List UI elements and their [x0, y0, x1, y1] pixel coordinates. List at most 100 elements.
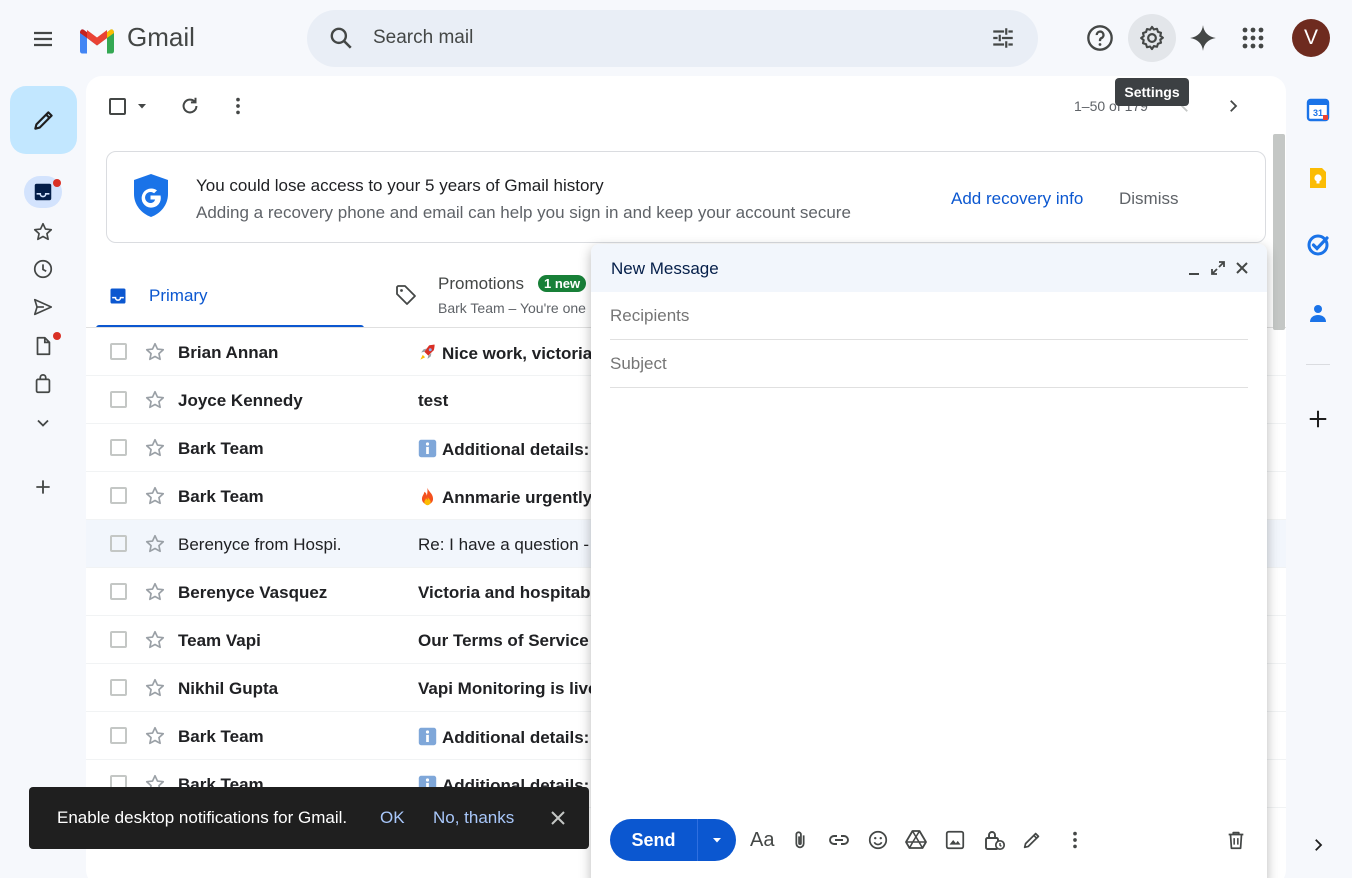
side-panel-divider [1306, 364, 1330, 365]
more-vert-icon[interactable] [227, 95, 249, 117]
star-icon[interactable] [144, 677, 166, 699]
link-icon[interactable] [827, 828, 851, 852]
scrollbar-thumb[interactable] [1273, 134, 1285, 330]
nav-more[interactable] [24, 407, 62, 439]
nav-drafts[interactable] [24, 330, 62, 362]
compose-header[interactable]: New Message [591, 244, 1267, 292]
chevron-right-icon [1315, 839, 1323, 851]
draft-icon [36, 336, 51, 356]
snackbar-ok-button[interactable]: OK [380, 808, 405, 828]
snackbar-no-thanks-button[interactable]: No, thanks [433, 808, 514, 828]
get-addons-button[interactable] [1301, 402, 1335, 436]
new-count-badge: 1 new [538, 275, 587, 292]
close-icon[interactable] [1234, 260, 1250, 276]
recipients-field[interactable]: Recipients [610, 292, 1248, 340]
nav-starred[interactable] [24, 216, 62, 248]
help-icon [1087, 25, 1113, 51]
tasks-app[interactable] [1301, 228, 1335, 262]
star-icon[interactable] [144, 629, 166, 651]
inbox-icon [34, 183, 52, 201]
row-checkbox[interactable] [110, 679, 127, 696]
email-sender: Bark Team [178, 439, 264, 458]
nav-purchases[interactable] [24, 368, 62, 400]
send-options-button[interactable] [698, 819, 736, 861]
email-subject-text: Vapi Monitoring is live [418, 679, 598, 698]
email-sender: Team Vapi [178, 631, 261, 650]
compose-button[interactable] [10, 86, 77, 154]
nav-snoozed[interactable] [24, 253, 62, 285]
search-input[interactable]: Search mail [373, 27, 473, 49]
google-shield-icon [134, 174, 168, 217]
star-icon[interactable] [144, 341, 166, 363]
more-options-icon[interactable] [1064, 829, 1086, 851]
nav-inbox[interactable] [24, 176, 62, 208]
row-checkbox[interactable] [110, 631, 127, 648]
nav-sent[interactable] [24, 291, 62, 323]
emoji-icon[interactable] [867, 829, 889, 851]
next-page-icon[interactable] [1224, 97, 1242, 115]
search-options-icon[interactable] [990, 25, 1016, 51]
apps-button[interactable] [1233, 18, 1273, 58]
star-icon[interactable] [144, 533, 166, 555]
snackbar-message: Enable desktop notifications for Gmail. [57, 808, 348, 827]
message-body[interactable] [610, 394, 1248, 804]
signature-icon[interactable] [1021, 829, 1043, 851]
minimize-icon[interactable] [1186, 261, 1202, 277]
contacts-app[interactable] [1301, 296, 1335, 330]
email-subject: Our Terms of Service [418, 631, 589, 651]
search-bar[interactable]: Search mail [307, 10, 1038, 67]
row-checkbox[interactable] [110, 727, 127, 744]
star-icon[interactable] [144, 485, 166, 507]
show-side-panel-button[interactable] [1301, 828, 1335, 862]
email-sender: Berenyce Vasquez [178, 583, 328, 602]
row-checkbox[interactable] [110, 439, 127, 456]
recipients-input[interactable]: Recipients [610, 306, 689, 326]
email-subject: test [418, 391, 448, 411]
expand-icon[interactable] [1210, 260, 1226, 276]
email-subject: Nice work, victoria [418, 343, 592, 364]
shopping-bag-icon [35, 374, 51, 394]
banner-subtitle: Adding a recovery phone and email can he… [196, 203, 851, 222]
unread-dot [53, 179, 61, 187]
gmail-logo[interactable]: Gmail [78, 22, 200, 56]
photo-icon[interactable] [944, 829, 966, 851]
star-icon[interactable] [144, 725, 166, 747]
subject-input[interactable]: Subject [610, 354, 667, 374]
star-icon[interactable] [144, 581, 166, 603]
row-checkbox[interactable] [110, 487, 127, 504]
formatting-button[interactable]: Aa [750, 829, 774, 852]
select-all-checkbox[interactable] [109, 98, 126, 115]
tab-primary[interactable]: Primary [96, 266, 364, 328]
send-button[interactable]: Send [610, 819, 697, 861]
discard-draft-icon[interactable] [1225, 829, 1247, 851]
star-icon[interactable] [144, 389, 166, 411]
star-icon[interactable] [144, 437, 166, 459]
search-icon[interactable] [328, 25, 354, 51]
gear-icon [1140, 25, 1164, 51]
email-sender: Bark Team [178, 727, 264, 746]
row-checkbox[interactable] [110, 535, 127, 552]
contacts-icon [1310, 305, 1326, 322]
row-checkbox[interactable] [110, 343, 127, 360]
refresh-icon[interactable] [179, 95, 201, 117]
email-subject-text: Re: I have a question - [418, 535, 590, 554]
account-avatar[interactable]: V [1292, 19, 1330, 57]
close-icon[interactable] [550, 810, 566, 826]
attach-icon[interactable] [789, 829, 811, 851]
nav-create-label[interactable] [24, 471, 62, 503]
select-dropdown-icon[interactable] [136, 100, 148, 112]
support-button[interactable] [1080, 18, 1120, 58]
gemini-button[interactable] [1183, 18, 1223, 58]
email-subject-text: Victoria and hospitab [418, 583, 591, 602]
settings-button[interactable] [1128, 14, 1176, 62]
main-menu-button[interactable] [22, 18, 64, 60]
dismiss-button[interactable]: Dismiss [1119, 189, 1179, 209]
subject-field[interactable]: Subject [610, 340, 1248, 388]
keep-app[interactable] [1301, 161, 1335, 195]
add-recovery-info-link[interactable]: Add recovery info [951, 189, 1083, 209]
drive-icon[interactable] [904, 828, 928, 852]
row-checkbox[interactable] [110, 583, 127, 600]
calendar-app[interactable]: 31 [1301, 93, 1335, 127]
confidential-mode-icon[interactable] [982, 828, 1006, 852]
row-checkbox[interactable] [110, 391, 127, 408]
